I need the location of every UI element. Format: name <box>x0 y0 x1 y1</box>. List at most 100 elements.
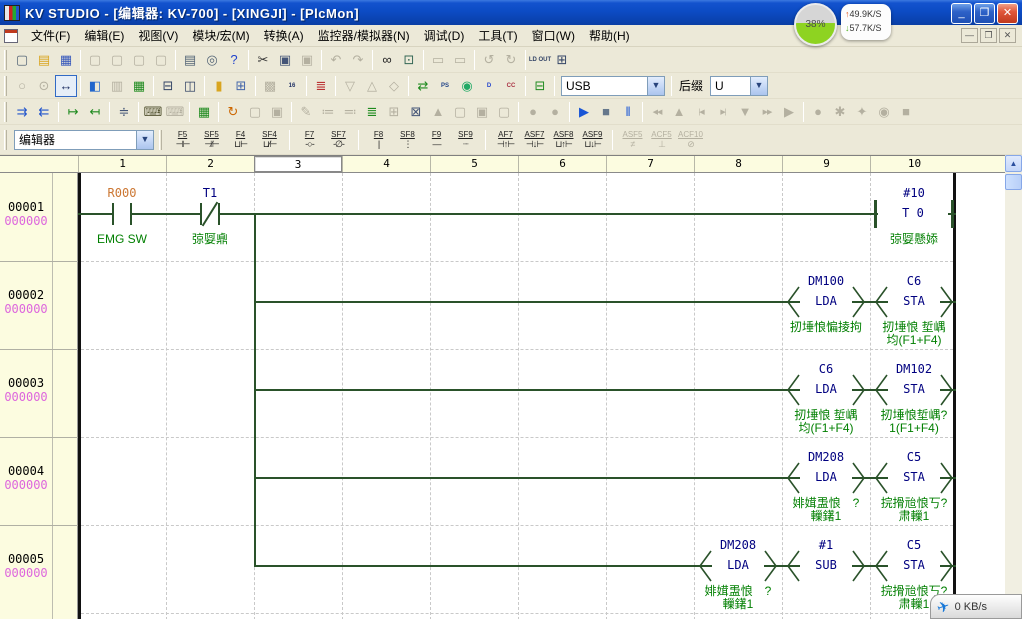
monitor-setup-icon[interactable]: ⊟ <box>529 75 551 97</box>
chevron-down-icon[interactable]: ▼ <box>750 77 767 95</box>
project-window-icon[interactable]: ◧ <box>84 75 106 97</box>
pause-icon[interactable]: ‖ <box>617 101 639 123</box>
mdi-close-button[interactable]: ✕ <box>999 28 1016 43</box>
fkey-f9-button[interactable]: F9— <box>422 128 451 152</box>
monitor-mode-icon[interactable]: ▦ <box>193 101 215 123</box>
fkey-f4-button[interactable]: F4⊔⊢ <box>226 128 255 152</box>
mdi-minimize-button[interactable]: — <box>961 28 978 43</box>
mdi-restore-button[interactable]: ❐ <box>980 28 997 43</box>
net-gauge-widget[interactable]: 38% <box>794 3 837 46</box>
fkey-f8-button[interactable]: F8| <box>364 128 393 152</box>
instruction-bracket-left[interactable] <box>873 373 889 407</box>
column-header-10[interactable]: 10 <box>870 156 958 172</box>
menu-item-0[interactable]: 文件(F) <box>24 25 77 46</box>
instruction-bracket-left[interactable] <box>873 461 889 495</box>
instruction-bracket-right[interactable] <box>851 285 867 319</box>
editor-window-icon[interactable]: ▦ <box>128 75 150 97</box>
instruction-bracket-right[interactable] <box>939 373 955 407</box>
transfer-cc-icon[interactable]: CC <box>500 75 522 97</box>
help-icon[interactable]: ? <box>223 49 245 71</box>
instruction-mnemonic[interactable]: LDA <box>800 470 852 484</box>
instruction-bracket-left[interactable] <box>873 285 889 319</box>
instruction-bracket-left[interactable] <box>697 549 713 583</box>
instruction-mnemonic[interactable]: STA <box>888 294 940 308</box>
menu-item-7[interactable]: 工具(T) <box>471 25 524 46</box>
fkey-asf9-button[interactable]: ASF9⊔↓⊢ <box>578 128 607 152</box>
instruction-mnemonic[interactable]: LDA <box>800 382 852 396</box>
toolbar-gripper[interactable] <box>4 130 7 150</box>
calendar-16-icon[interactable]: 16 <box>281 75 303 97</box>
read-plc-icon[interactable]: ↤ <box>84 101 106 123</box>
minimize-button[interactable]: _ <box>951 3 972 24</box>
cut-icon[interactable]: ✂ <box>252 49 274 71</box>
menu-item-6[interactable]: 调试(D) <box>417 25 472 46</box>
open-folder-icon[interactable]: ▤ <box>33 49 55 71</box>
restore-button[interactable]: ❐ <box>974 3 995 24</box>
contact-bar[interactable] <box>218 203 220 225</box>
column-header-9[interactable]: 9 <box>782 156 870 172</box>
menu-item-2[interactable]: 视图(V) <box>131 25 185 46</box>
column-header-7[interactable]: 7 <box>606 156 694 172</box>
transfer-pc-plc-icon[interactable]: ⇄ <box>412 75 434 97</box>
instruction-mnemonic[interactable]: STA <box>888 382 940 396</box>
verify-icon[interactable]: ≑ <box>113 101 135 123</box>
contact-bar[interactable] <box>112 203 114 225</box>
instruction-bracket-right[interactable] <box>763 549 779 583</box>
fkey-f5-button[interactable]: F5⊣⊢ <box>168 128 197 152</box>
write-plc-icon[interactable]: ↦ <box>62 101 84 123</box>
chevron-down-icon[interactable]: ▼ <box>136 131 153 149</box>
toolbar-gripper[interactable] <box>4 50 7 70</box>
download-speed-widget[interactable]: ✈ 0 KB/s <box>930 594 1022 619</box>
close-button[interactable]: ✕ <box>997 3 1018 24</box>
menu-item-5[interactable]: 监控器/模拟器(N) <box>311 25 417 46</box>
fkey-sf9-button[interactable]: SF9┈ <box>451 128 480 152</box>
instruction-mnemonic[interactable]: LDA <box>800 294 852 308</box>
stop-icon[interactable]: ■ <box>595 101 617 123</box>
suffix-combo[interactable]: U▼ <box>710 76 768 96</box>
contact-bar[interactable] <box>130 203 132 225</box>
instruction-bracket-right[interactable] <box>851 373 867 407</box>
instruction-bar[interactable] <box>874 200 877 228</box>
instruction-bracket-right[interactable] <box>851 549 867 583</box>
column-header-3[interactable]: 3 <box>254 156 342 172</box>
instruction-bracket-left[interactable] <box>785 285 801 319</box>
mode-combo[interactable]: 编辑器 ▼ <box>14 130 154 150</box>
find-jump-icon[interactable]: ⊡ <box>398 49 420 71</box>
instruction-bracket-right[interactable] <box>939 285 955 319</box>
menu-item-8[interactable]: 窗口(W) <box>525 25 582 46</box>
tile-vertical-icon[interactable]: ◫ <box>179 75 201 97</box>
print-preview-icon[interactable]: ◎ <box>201 49 223 71</box>
column-header-2[interactable]: 2 <box>166 156 254 172</box>
scroll-up-button[interactable]: ▲ <box>1005 155 1022 172</box>
menu-item-3[interactable]: 模块/宏(M) <box>185 25 256 46</box>
instruction-bracket-right[interactable] <box>939 461 955 495</box>
transfer-ps-icon[interactable]: PS <box>434 75 456 97</box>
instruction-mnemonic[interactable]: T 0 <box>878 206 948 220</box>
unit-rack-icon[interactable]: ≣ <box>310 75 332 97</box>
transfer-cd-icon[interactable]: ◉ <box>456 75 478 97</box>
instruction-mnemonic[interactable]: STA <box>888 558 940 572</box>
instruction-mnemonic[interactable]: SUB <box>800 558 852 572</box>
read-from-plc-icon[interactable]: ⇇ <box>33 101 55 123</box>
document-icon[interactable] <box>4 29 18 43</box>
column-header-4[interactable]: 4 <box>342 156 430 172</box>
fkey-asf7-button[interactable]: ASF7⊣↓⊢ <box>520 128 549 152</box>
print-icon[interactable]: ▤ <box>179 49 201 71</box>
instruction-bar[interactable] <box>951 200 954 228</box>
contact-bar[interactable] <box>200 203 202 225</box>
instruction-bracket-left[interactable] <box>785 373 801 407</box>
reference-book-icon[interactable]: ▮ <box>208 75 230 97</box>
port-combo[interactable]: USB▼ <box>561 76 665 96</box>
transfer-d-icon[interactable]: D <box>478 75 500 97</box>
menu-item-1[interactable]: 编辑(E) <box>77 25 131 46</box>
ladder-build-icon[interactable]: ⊞ <box>551 49 573 71</box>
unit-editor-icon[interactable]: ⊞ <box>230 75 252 97</box>
column-header-5[interactable]: 5 <box>430 156 518 172</box>
vertical-scrollbar[interactable]: ▲ <box>1005 155 1022 619</box>
instruction-bracket-right[interactable] <box>851 461 867 495</box>
tile-horizontal-icon[interactable]: ⊟ <box>157 75 179 97</box>
toolbar-gripper[interactable] <box>4 102 7 122</box>
fkey-sf5-button[interactable]: SF5⊣∕⊢ <box>197 128 226 152</box>
fkey-asf8-button[interactable]: ASF8⊔↑⊢ <box>549 128 578 152</box>
instruction-bracket-left[interactable] <box>785 461 801 495</box>
